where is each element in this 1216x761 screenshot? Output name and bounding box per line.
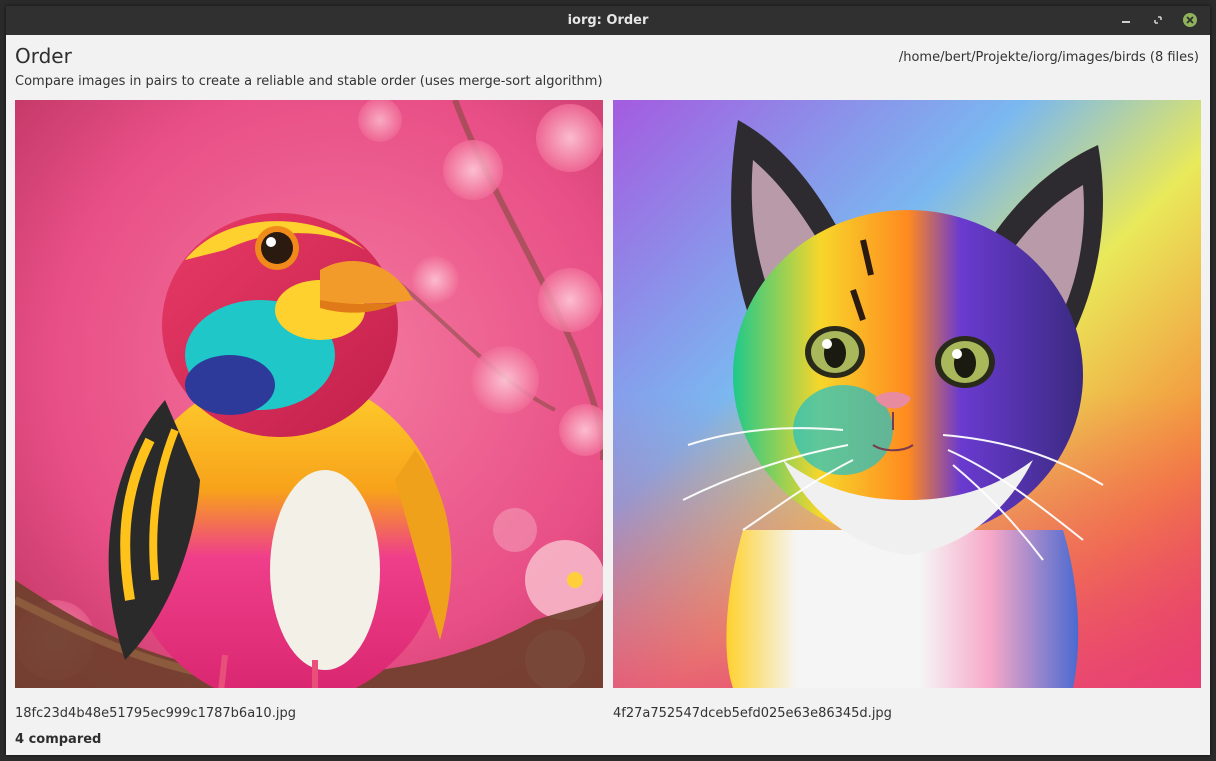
title-bar: iorg: Order [6,6,1210,35]
left-image-choice[interactable] [15,100,603,688]
maximize-icon [1154,16,1162,24]
page-subtitle: Compare images in pairs to create a reli… [15,74,603,89]
maximize-button[interactable] [1150,12,1166,28]
compared-count: 4 compared [15,732,102,747]
minimize-button[interactable] [1118,12,1134,28]
window-title: iorg: Order [567,13,649,28]
minimize-icon [1122,21,1130,23]
close-button[interactable] [1182,12,1198,28]
close-icon [1183,13,1197,27]
left-image-filename: 18fc23d4b48e51795ec999c1787b6a10.jpg [15,706,296,721]
right-image-choice[interactable] [613,100,1201,688]
folder-path: /home/bert/Projekte/iorg/images/birds (8… [898,50,1199,65]
right-image-filename: 4f27a752547dceb5efd025e63e86345d.jpg [613,706,892,721]
bird-image [15,100,603,688]
app-window: iorg: Order Order /home/bert/Projekte/io… [6,6,1210,755]
page-title: Order [15,44,72,68]
kitten-image [613,100,1201,688]
